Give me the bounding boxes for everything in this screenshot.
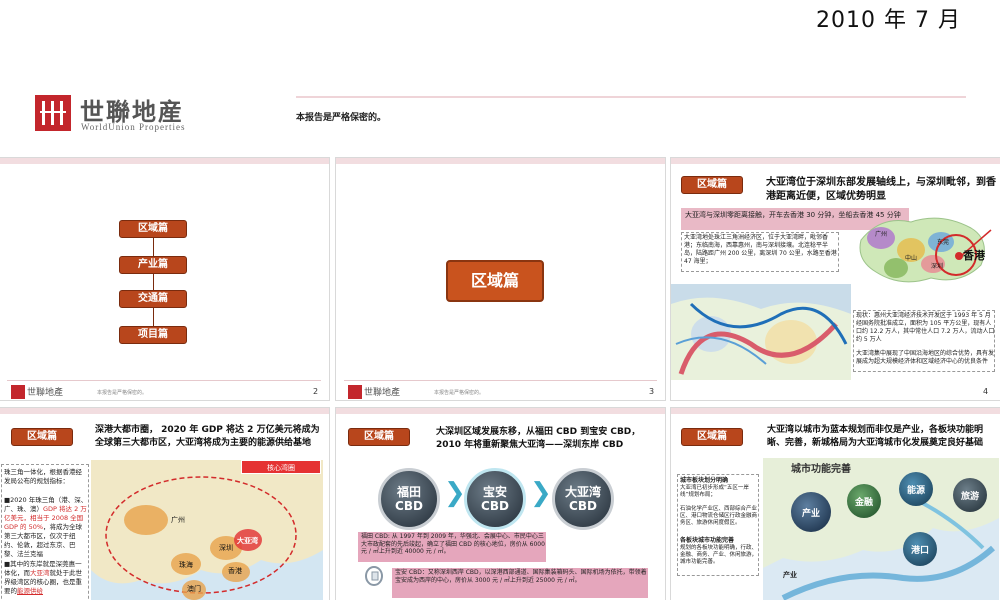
map-label-dayawan: 大亚湾 — [237, 537, 258, 545]
cbd-dayawan: 大亚湾 CBD — [552, 468, 614, 530]
header-divider — [296, 96, 966, 98]
outline-item-transport[interactable]: 交通篇 — [119, 290, 187, 308]
section-title: 区域篇 — [446, 260, 544, 302]
slide-7[interactable]: 区域篇 大亚湾以城市为蓝本规划而非仅是产业，各板块功能明晰、完善，新城格局为大亚… — [670, 407, 1000, 600]
outline-item-project[interactable]: 项目篇 — [119, 326, 187, 344]
location-text: 大亚湾地处珠江三角洲经济区，位于大亚湾畔，毗邻香港；东临南海，西靠惠州，南与深圳… — [684, 234, 837, 265]
district-tourism: 旅游 — [953, 478, 987, 512]
section-tag: 区域篇 — [348, 428, 410, 446]
slide-top-stripe — [0, 158, 329, 164]
section-tag: 区域篇 — [681, 176, 743, 194]
slide-heading: 深港大都市圈， 2020 年 GDP 将达 2 万亿美元将成为全球第三大都市区，… — [95, 425, 320, 448]
metro-east-d: 能源供给 — [17, 587, 43, 595]
footer-logo-icon — [11, 385, 25, 399]
chevron-right-icon: ❯ — [444, 478, 466, 508]
footer-company: 世聯地產 — [27, 388, 64, 398]
metro-intro: 珠三角一体化，根据香港经发局公布的规划指标： — [4, 468, 82, 485]
slide-heading: 大亚湾以城市为蓝本规划而非仅是产业，各板块功能明晰、完善，新城格局为大亚湾城市化… — [767, 425, 984, 448]
metro-east: ■其中的东岸就是深莞惠一体化，而大亚湾就处于此世界级湾区的核心圈，也是重要的能源… — [4, 560, 88, 596]
map-label-zhuhai: 珠海 — [179, 561, 193, 569]
map-label-shenzhen: 深圳 — [931, 263, 944, 270]
map-label-shenzhen: 深圳 — [219, 544, 233, 552]
outline-connector — [153, 238, 154, 340]
footer-line — [7, 380, 321, 381]
slide-top-stripe — [0, 408, 329, 414]
section-tag: 区域篇 — [11, 428, 73, 446]
metro-east-b: 大亚湾 — [30, 569, 50, 577]
outline-item-region[interactable]: 区域篇 — [119, 220, 187, 238]
company-name-en: WorldUnion Properties — [81, 122, 186, 132]
metro-gdp: ■2020 年珠三角（港、深、广、珠、澳）GDP 将达 2 万亿美元，相当于 2… — [4, 496, 88, 559]
baoan-text: 宝安 CBD：又称深圳西岸 CBD，以深港西部通道、国际集装箱码头、国际机场为依… — [395, 569, 647, 584]
map-title: 城市功能完善 — [791, 464, 851, 475]
section-tag: 区域篇 — [681, 428, 743, 446]
page-number: 3 — [649, 387, 655, 396]
hk-label: 香港 — [963, 249, 985, 262]
function-list-item-1: 大亚湾已初步形成“五区一岸线”规划布局； — [680, 485, 749, 498]
page-number: 2 — [313, 387, 319, 396]
cbd-futian-label: 福田 CBD — [395, 485, 423, 513]
footer-company: 世聯地產 — [364, 388, 401, 398]
slide-2[interactable]: 区域篇 产业篇 交通篇 项目篇 世聯地產 本报告是严格保密的。 2 — [0, 157, 330, 401]
map-label-guangzhou: 广州 — [171, 516, 185, 524]
footer-line — [344, 380, 657, 381]
cbd-futian: 福田 CBD — [378, 468, 440, 530]
confidential-note: 本报告是严格保密的。 — [296, 113, 387, 123]
slide-top-stripe — [671, 408, 1000, 414]
page-number: 4 — [983, 387, 989, 396]
advantage-text: 大亚湾集中展现了中国沿海地区的综合优势，具有发展成为超大规模经济体和区域经济中心… — [856, 350, 995, 365]
delta-map — [671, 284, 851, 380]
report-date: 2010 年 7 月 — [816, 8, 961, 33]
map-label-macau: 澳门 — [187, 585, 201, 593]
status-text: 现状：惠州大亚湾经济技术开发区于 1993 年 5 月经国务院批准成立，面积为 … — [856, 312, 995, 343]
company-logo-icon — [35, 95, 71, 131]
district-industry: 产业 — [791, 492, 831, 532]
footer-note: 本报告是严格保密的。 — [434, 390, 485, 396]
slide-heading: 大亚湾位于深圳东部发展轴线上，与深圳毗邻，到香港距离近便，区域优势明显 — [766, 177, 996, 202]
chevron-right-icon: ❯ — [530, 478, 552, 508]
map-label-dongguan: 东莞 — [937, 239, 950, 246]
futian-text: 福田 CBD: 从 1997 年到 2009 年，华强北、会展中心、市民中心三大… — [361, 533, 545, 555]
cbd-baoan-label: 宝安 CBD — [481, 485, 509, 513]
slide-top-stripe — [336, 408, 665, 414]
outline-item-industry[interactable]: 产业篇 — [119, 256, 187, 274]
map-label-hongkong: 香港 — [228, 567, 242, 575]
district-finance: 金融 — [847, 484, 881, 518]
metro-map — [91, 460, 323, 600]
district-port: 港口 — [903, 532, 937, 566]
function-list-item-3: 规划的各板块功能明确，行政、金融、商务、产业、休闲旅游，城市功能完善。 — [680, 545, 758, 565]
industry-area-label: 产业 — [783, 571, 797, 579]
slide-5[interactable]: 区域篇 深港大都市圈， 2020 年 GDP 将达 2 万亿美元将成为全球第三大… — [0, 407, 330, 600]
slide-6[interactable]: 区域篇 大深圳区域发展东移，从福田 CBD 到宝安 CBD， 2010 年将重新… — [335, 407, 666, 600]
cbd-baoan: 宝安 CBD — [464, 468, 526, 530]
footer-note: 本报告是严格保密的。 — [97, 390, 148, 396]
footer-logo-icon — [348, 385, 362, 399]
slide-heading: 大深圳区域发展东移，从福田 CBD 到宝安 CBD， 2010 年将重新聚焦大亚… — [436, 427, 641, 450]
map-label-guangzhou: 广州 — [875, 231, 888, 238]
slide-top-stripe — [671, 158, 1000, 164]
magnifier-icon — [365, 566, 383, 586]
district-energy: 能源 — [899, 472, 933, 506]
legend-core-bay: 核心湾圈 — [241, 460, 321, 474]
slide-4[interactable]: 区域篇 大亚湾位于深圳东部发展轴线上，与深圳毗邻，到香港距离近便，区域优势明显 … — [670, 157, 1000, 401]
slide-3[interactable]: 区域篇 世聯地產 本报告是严格保密的。 3 — [335, 157, 666, 401]
slide-top-stripe — [336, 158, 665, 164]
function-list-item-2: 石油化学产业区、西部综合产业区、港口物流仓储区行政金融商务区、旅游休闲度假区。 — [680, 506, 758, 526]
cbd-dayawan-label: 大亚湾 CBD — [564, 485, 601, 513]
map-label-zhongshan: 中山 — [905, 255, 918, 262]
